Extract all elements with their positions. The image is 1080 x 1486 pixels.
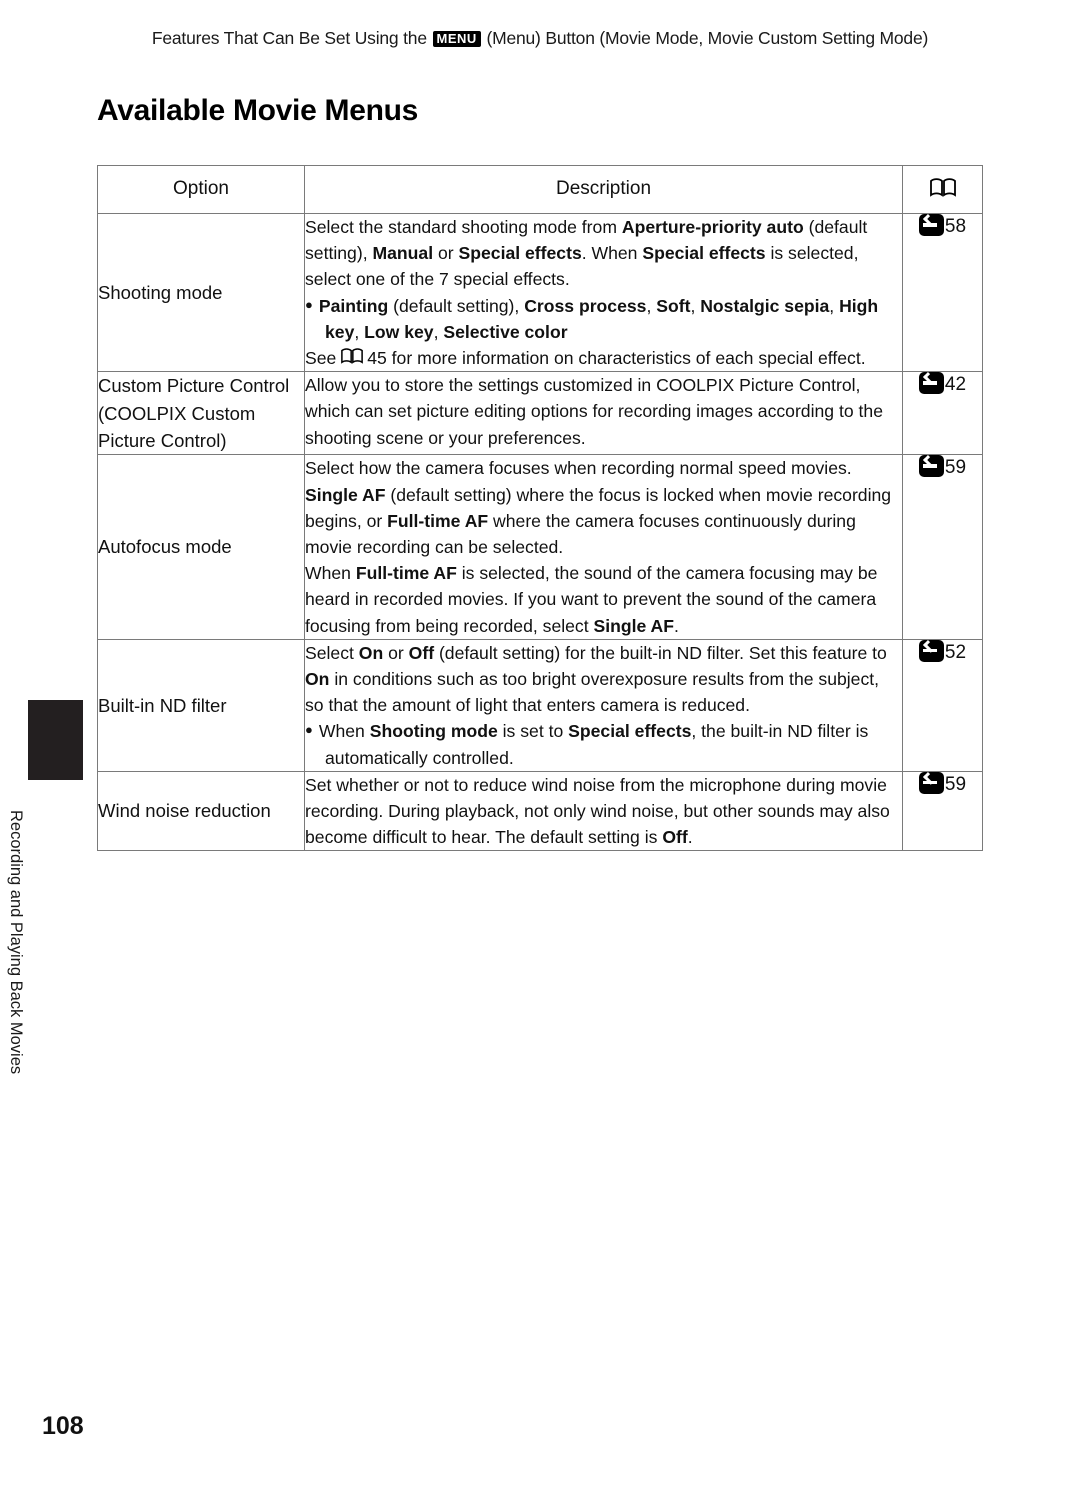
column-header-reference bbox=[902, 165, 983, 214]
section-thumb-mark bbox=[28, 700, 83, 780]
column-header-description: Description bbox=[304, 165, 903, 214]
table-row: Wind noise reduction Set whether or not t… bbox=[97, 770, 983, 852]
option-cell: Autofocus mode bbox=[97, 454, 305, 640]
page-title: Available Movie Menus bbox=[97, 94, 419, 127]
table-row: Shooting mode Select the standard shootin… bbox=[97, 212, 983, 373]
menus-table-wrap: Option Description Shooting mode Select t… bbox=[97, 165, 983, 852]
running-header-prefix: Features That Can Be Set Using the bbox=[151, 28, 432, 48]
option-cell: Custom Picture Control (COOLPIX Custom P… bbox=[97, 371, 305, 456]
extended-manual-icon bbox=[918, 639, 944, 662]
page-number: 108 bbox=[42, 1412, 84, 1440]
option-cell: Shooting mode bbox=[97, 212, 305, 373]
table-row: Built-in ND filter Select On or Off (defa… bbox=[97, 638, 983, 772]
reference-cell: 59 bbox=[902, 454, 983, 640]
table-head: Option Description bbox=[97, 165, 983, 214]
table-row: Autofocus mode Select how the camera focu… bbox=[97, 454, 983, 640]
section-side-label: Recording and Playing Back Movies bbox=[7, 810, 25, 1075]
description-paragraph: Single AF (default setting) where the fo… bbox=[305, 484, 892, 557]
menu-button-icon: MENU bbox=[432, 31, 481, 47]
document-page: Features That Can Be Set Using the MENU … bbox=[0, 0, 1080, 1486]
reference-page: 59 bbox=[944, 773, 967, 795]
reference-cell: 52 bbox=[902, 638, 983, 772]
book-icon-inline bbox=[341, 348, 367, 367]
description-paragraph: Select how the camera focuses when recor… bbox=[305, 458, 852, 479]
reference-page: 58 bbox=[944, 216, 967, 237]
description-paragraph: Select the standard shooting mode from A… bbox=[305, 217, 868, 290]
option-label: Built-in ND filter bbox=[98, 694, 227, 716]
description-cell: Select On or Off (default setting) for t… bbox=[304, 638, 903, 772]
reference-page: 59 bbox=[944, 457, 967, 479]
extended-manual-icon bbox=[918, 771, 944, 794]
description-bullet: ● When Shooting mode is set to Special ef… bbox=[305, 721, 869, 768]
option-label: Custom Picture Control (COOLPIX Custom P… bbox=[98, 375, 290, 451]
description-cell: Set whether or not to reduce wind noise … bbox=[304, 770, 903, 852]
description-paragraph: Set whether or not to reduce wind noise … bbox=[305, 774, 890, 848]
description-paragraph: Select On or Off (default setting) for t… bbox=[305, 642, 887, 716]
running-header: Features That Can Be Set Using the MENU … bbox=[0, 28, 1080, 49]
table-row: Custom Picture Control (COOLPIX Custom P… bbox=[97, 371, 983, 456]
description-cell: Select how the camera focuses when recor… bbox=[304, 454, 903, 640]
option-label: Shooting mode bbox=[98, 281, 223, 303]
option-label: Wind noise reduction bbox=[98, 800, 271, 822]
option-cell: Wind noise reduction bbox=[97, 770, 305, 852]
description-cell: Select the standard shooting mode from A… bbox=[304, 212, 903, 373]
extended-manual-icon bbox=[918, 372, 944, 395]
option-cell: Built-in ND filter bbox=[97, 638, 305, 772]
option-label: Autofocus mode bbox=[98, 536, 232, 558]
description-paragraph: See 45 for more information on character… bbox=[305, 348, 866, 369]
description-paragraph: Allow you to store the settings customiz… bbox=[305, 375, 883, 448]
reference-cell: 42 bbox=[902, 371, 983, 456]
reference-cell: 58 bbox=[902, 212, 983, 373]
extended-manual-icon bbox=[918, 214, 944, 236]
description-cell: Allow you to store the settings customiz… bbox=[304, 371, 903, 456]
description-bullet: ● Painting (default setting), Cross proce… bbox=[305, 295, 879, 342]
book-icon bbox=[929, 178, 956, 197]
reference-page: 52 bbox=[944, 641, 967, 663]
extended-manual-icon bbox=[918, 455, 944, 478]
available-movie-menus-table: Option Description Shooting mode Select t… bbox=[97, 165, 983, 852]
running-header-suffix: (Menu) Button (Movie Mode, Movie Custom … bbox=[481, 28, 929, 48]
description-paragraph: When Full-time AF is selected, the sound… bbox=[305, 563, 878, 636]
reference-cell: 59 bbox=[902, 770, 983, 852]
column-header-option: Option bbox=[97, 165, 305, 214]
table-header-row: Option Description bbox=[97, 165, 983, 214]
reference-page: 42 bbox=[944, 374, 967, 396]
table-body: Shooting mode Select the standard shootin… bbox=[97, 212, 983, 852]
